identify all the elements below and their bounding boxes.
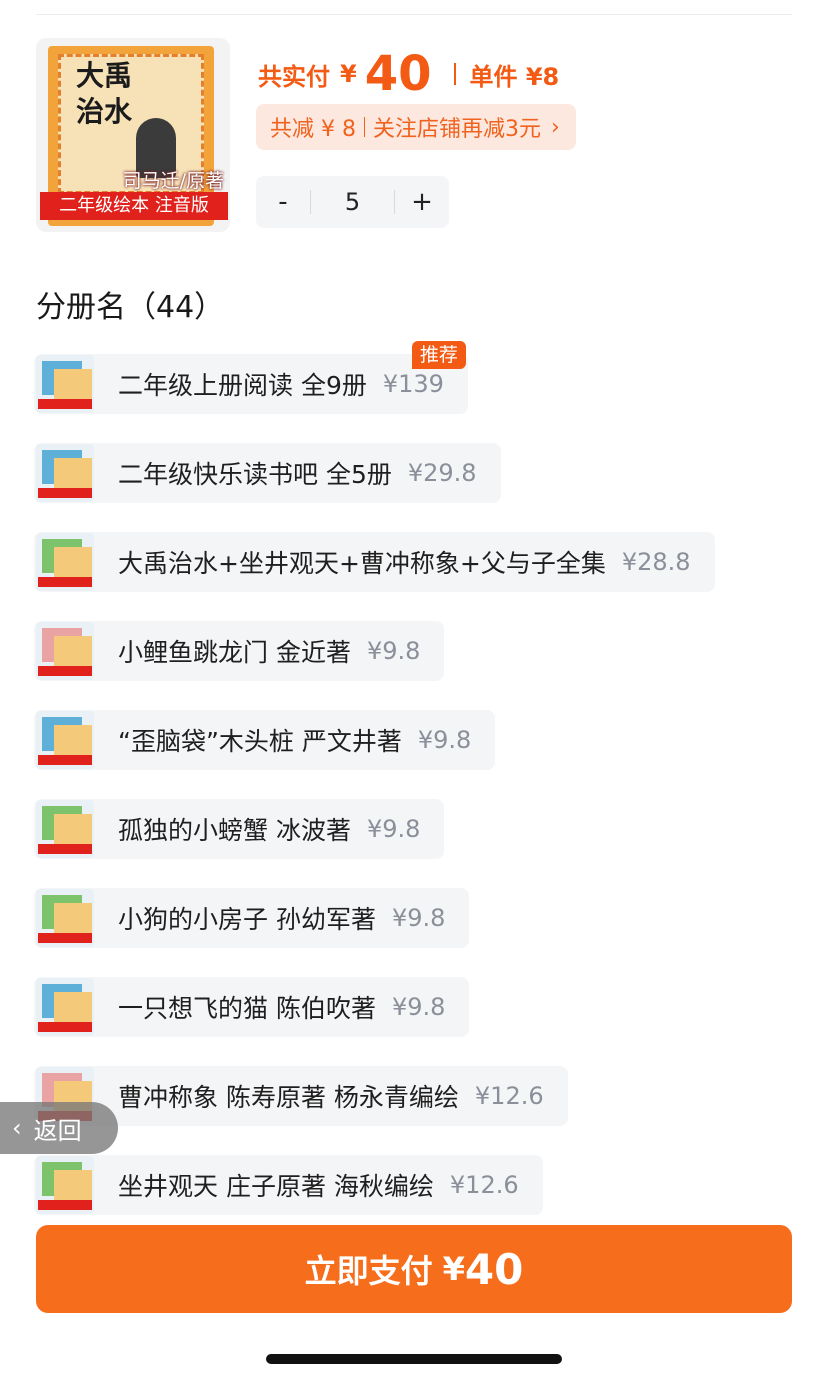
cover-title-line1: 大禹 [76,59,133,92]
section-title: 分册名（44） [36,290,225,325]
variant-name: 孤独的小螃蟹 冰波著 [118,816,351,845]
variant-price: ¥9.8 [366,815,421,843]
chevron-left-icon: ‹ [12,1114,22,1142]
top-divider [36,14,792,15]
variant-option[interactable]: “歪脑袋”木头桩 严文井著 ¥9.8 [34,710,496,770]
variant-option[interactable]: 大禹治水+坐井观天+曹冲称象+父与子全集 ¥28.8 [34,532,715,592]
quantity-stepper: - 5 + [256,176,449,228]
back-label: 返回 [33,1116,82,1145]
variant-price: ¥28.8 [621,548,691,576]
variant-price: ¥12.6 [474,1082,544,1110]
variant-name: 大禹治水+坐井观天+曹冲称象+父与子全集 [118,549,606,578]
variant-thumbnail [36,444,94,502]
variant-name: 坐井观天 庄子原著 海秋编绘 [118,1172,434,1201]
variant-name: 二年级快乐读书吧 全5册 [118,460,392,489]
back-button[interactable]: ‹ 返回 [0,1102,118,1154]
variant-price: ¥12.6 [449,1171,519,1199]
pay-currency: ¥ [442,1250,465,1288]
pay-now-button[interactable]: 立即支付 ¥ 40 [36,1225,792,1313]
home-indicator [266,1354,562,1364]
increase-button[interactable]: + [395,187,449,217]
variant-option[interactable]: 二年级快乐读书吧 全5册 ¥29.8 [34,443,501,503]
recommend-badge: 推荐 [411,341,466,369]
variant-price: ¥9.8 [391,993,446,1021]
variant-name: 小鲤鱼跳龙门 金近著 [118,638,351,667]
cover-title-line2: 治水 [76,95,133,128]
variant-thumbnail [36,1156,94,1214]
variant-name: “歪脑袋”木头桩 严文井著 [118,727,402,756]
quantity-value[interactable]: 5 [311,188,394,216]
chevron-right-icon: › [550,114,560,140]
variant-name: 小狗的小房子 孙幼军著 [118,905,376,934]
variant-thumbnail [36,889,94,947]
product-cover-image[interactable]: 大禹 治水 司马迁/原著 二年级绘本 注音版 [36,38,230,232]
total-currency: ¥ [340,60,357,88]
variant-thumbnail [36,978,94,1036]
price-summary: 共实付 ¥ 40 单件 ¥8 [258,44,559,104]
variant-price: ¥9.8 [391,904,446,932]
variant-option[interactable]: 坐井观天 庄子原著 海秋编绘 ¥12.6 [34,1155,543,1215]
pay-amount: 40 [464,1244,524,1294]
discount-tag[interactable]: 共减 ¥ 8 关注店铺再减3元 › [256,104,576,150]
variant-thumbnail [36,711,94,769]
discount-total: 共减 ¥ 8 [270,117,356,142]
variant-name: 一只想飞的猫 陈伯吹著 [118,994,376,1023]
discount-divider [363,117,365,137]
variant-option[interactable]: 孤独的小螃蟹 冰波著 ¥9.8 [34,799,445,859]
variant-name: 曹冲称象 陈寿原著 杨永青编绘 [118,1083,459,1112]
variant-thumbnail [36,800,94,858]
cover-banner: 二年级绘本 注音版 [40,192,228,220]
unit-price: 单件 ¥8 [469,62,560,91]
variant-option[interactable]: 小狗的小房子 孙幼军著 ¥9.8 [34,888,470,948]
decrease-button[interactable]: - [256,187,310,217]
cover-author: 司马迁/原著 [122,170,224,192]
pay-label: 立即支付 [304,1252,433,1290]
variant-option[interactable]: 一只想飞的猫 陈伯吹著 ¥9.8 [34,977,470,1037]
total-label: 共实付 [258,62,330,91]
variant-thumbnail [36,622,94,680]
discount-follow-store: 关注店铺再减3元 [372,117,541,142]
variant-price: ¥139 [382,370,444,398]
variant-thumbnail [36,533,94,591]
total-amount: 40 [364,46,432,102]
variant-price: ¥9.8 [366,637,421,665]
price-divider [453,63,456,85]
variant-option[interactable]: 小鲤鱼跳龙门 金近著 ¥9.8 [34,621,445,681]
variant-option[interactable]: 二年级上册阅读 全9册 ¥139 推荐 [34,341,468,414]
variant-thumbnail [36,355,94,413]
variant-price: ¥9.8 [417,726,472,754]
variant-name: 二年级上册阅读 全9册 [118,371,367,400]
variant-price: ¥29.8 [407,459,477,487]
